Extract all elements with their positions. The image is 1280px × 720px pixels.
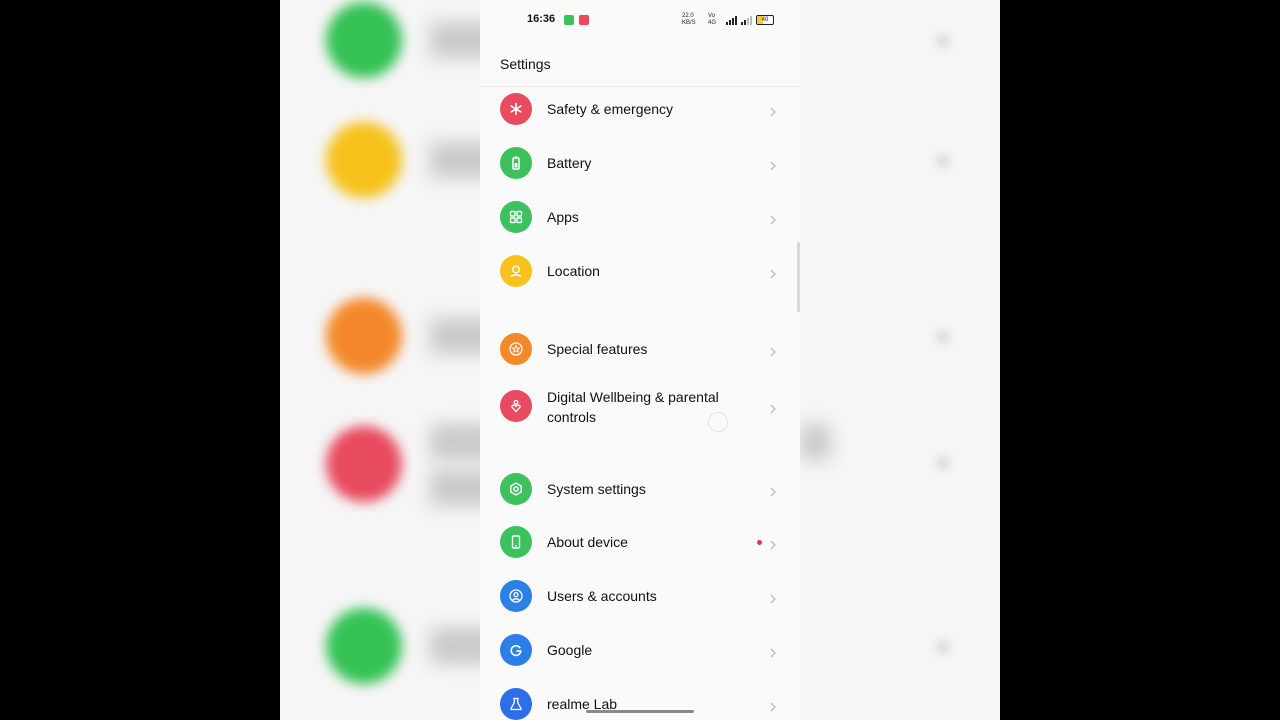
user-circle-icon [500, 580, 532, 612]
settings-item-digital-wellbeing[interactable]: Digital Wellbeing & parental controls [480, 389, 800, 425]
chevron-right-icon [768, 401, 778, 414]
network-type: Vo 4G [708, 13, 717, 26]
status-indicators: 22.0 KB/S Vo 4G 40 [682, 13, 774, 27]
gear-icon [500, 473, 532, 505]
blurred-chevron [936, 456, 950, 470]
notification-app-icon [564, 15, 574, 25]
gesture-navigation-handle[interactable] [586, 710, 694, 713]
battery-level: 40 [761, 17, 769, 23]
chevron-right-icon [768, 158, 778, 171]
blurred-icon [326, 608, 402, 684]
settings-item-special-features[interactable]: Special features [480, 333, 800, 365]
status-bar: 16:36 22.0 KB/S Vo 4G 40 [480, 0, 800, 40]
page-title: Settings [500, 56, 551, 72]
signal-icon [741, 15, 752, 25]
touch-indicator [708, 412, 728, 432]
chevron-right-icon [768, 344, 778, 357]
settings-item-label: Special features [547, 341, 648, 357]
location-pin-icon [500, 255, 532, 287]
update-badge [757, 540, 762, 545]
blurred-icon [326, 426, 402, 502]
chevron-right-icon [768, 104, 778, 117]
chevron-right-icon [768, 212, 778, 225]
blurred-icon [326, 122, 402, 198]
battery-icon [500, 147, 532, 179]
settings-item-label: Google [547, 642, 593, 658]
heart-person-icon [500, 390, 532, 422]
blurred-chevron [936, 330, 950, 344]
settings-item-realme-lab[interactable]: realme Lab [480, 688, 800, 720]
blurred-chevron [936, 640, 950, 654]
settings-item-battery[interactable]: Battery [480, 147, 800, 179]
settings-item-safety-emergency[interactable]: Safety & emergency [480, 93, 800, 125]
settings-item-label: Safety & emergency [547, 101, 674, 117]
grid-icon [500, 201, 532, 233]
phone-screen: 16:36 22.0 KB/S Vo 4G 40 Settings Safety… [480, 0, 800, 720]
settings-item-location[interactable]: Location [480, 255, 800, 287]
chevron-right-icon [768, 591, 778, 604]
settings-item-apps[interactable]: Apps [480, 201, 800, 233]
network-speed: 22.0 KB/S [682, 13, 696, 26]
blurred-chevron [936, 34, 950, 48]
settings-item-about-device[interactable]: About device [480, 526, 800, 558]
settings-item-label: Apps [547, 209, 579, 225]
google-g-icon [500, 634, 532, 666]
divider [480, 86, 800, 87]
settings-item-google[interactable]: Google [480, 634, 800, 666]
settings-item-label: System settings [547, 481, 646, 497]
battery-status-icon: 40 [756, 15, 774, 25]
settings-item-users-accounts[interactable]: Users & accounts [480, 580, 800, 612]
settings-item-label: Users & accounts [547, 588, 657, 604]
phone-icon [500, 526, 532, 558]
notification-app-icon [579, 15, 589, 25]
blurred-icon [326, 298, 402, 374]
chevron-right-icon [768, 699, 778, 712]
blurred-text [800, 424, 830, 460]
settings-item-system-settings[interactable]: System settings [480, 473, 800, 505]
flask-icon [500, 688, 532, 720]
status-time: 16:36 [527, 13, 556, 25]
chevron-right-icon [768, 537, 778, 550]
chevron-right-icon [768, 266, 778, 279]
star-circle-icon [500, 333, 532, 365]
signal-icon [726, 15, 737, 25]
settings-item-label: Location [547, 263, 600, 279]
asterisk-icon [500, 93, 532, 125]
chevron-right-icon [768, 484, 778, 497]
settings-item-label: About device [547, 534, 628, 550]
blurred-icon [326, 2, 402, 78]
chevron-right-icon [768, 645, 778, 658]
blurred-chevron [936, 154, 950, 168]
settings-item-label: Battery [547, 155, 592, 171]
